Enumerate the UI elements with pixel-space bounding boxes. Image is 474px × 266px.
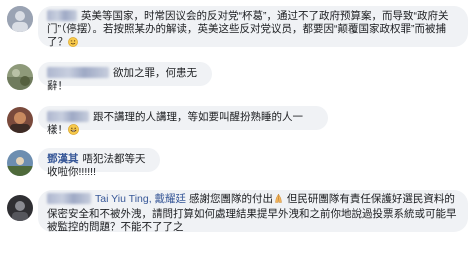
commenter-name-blurred[interactable] — [47, 193, 91, 204]
comment-bubble: 英美等国家，时常因议会的反对党“杯葛”，通过不了政府预算案，而导致“政府关门”（… — [38, 6, 468, 48]
avatar[interactable] — [7, 195, 33, 221]
avatar[interactable] — [7, 6, 33, 32]
comment-bubble: Tai Yiu Ting, 戴耀廷 感謝您團隊的付出 但民研團隊有責任保護好選民… — [38, 190, 468, 233]
avatar[interactable] — [7, 64, 33, 90]
commenter-name[interactable]: 鄧漢其 — [47, 153, 79, 165]
comment-text: 英美等国家，时常因议会的反对党“杯葛”，通过不了政府预算案，而导致“政府关门”（… — [47, 10, 449, 48]
comment-bubble: 欲加之罪，何患无辭！ — [38, 62, 212, 92]
comment-bubble: 跟不講理的人講理，等如要叫醒扮熟睡的人一樣！ — [38, 106, 328, 136]
wink-emoji-icon — [68, 37, 78, 51]
commenter-name-blurred[interactable] — [47, 10, 77, 21]
praying-hands-emoji-icon — [273, 193, 284, 208]
comment-bubble: 鄧漢其 唔犯法都等天收啦你!!!!!! — [38, 148, 160, 178]
grin-emoji-icon — [68, 124, 79, 139]
avatar[interactable] — [7, 150, 33, 176]
mention-link[interactable]: Tai Yiu Ting, 戴耀廷 — [95, 193, 186, 205]
avatar[interactable] — [7, 107, 33, 133]
comment-text: 感謝您團隊的付出 — [188, 193, 273, 205]
commenter-name-blurred[interactable] — [47, 67, 109, 78]
commenter-name-blurred[interactable] — [47, 111, 89, 122]
